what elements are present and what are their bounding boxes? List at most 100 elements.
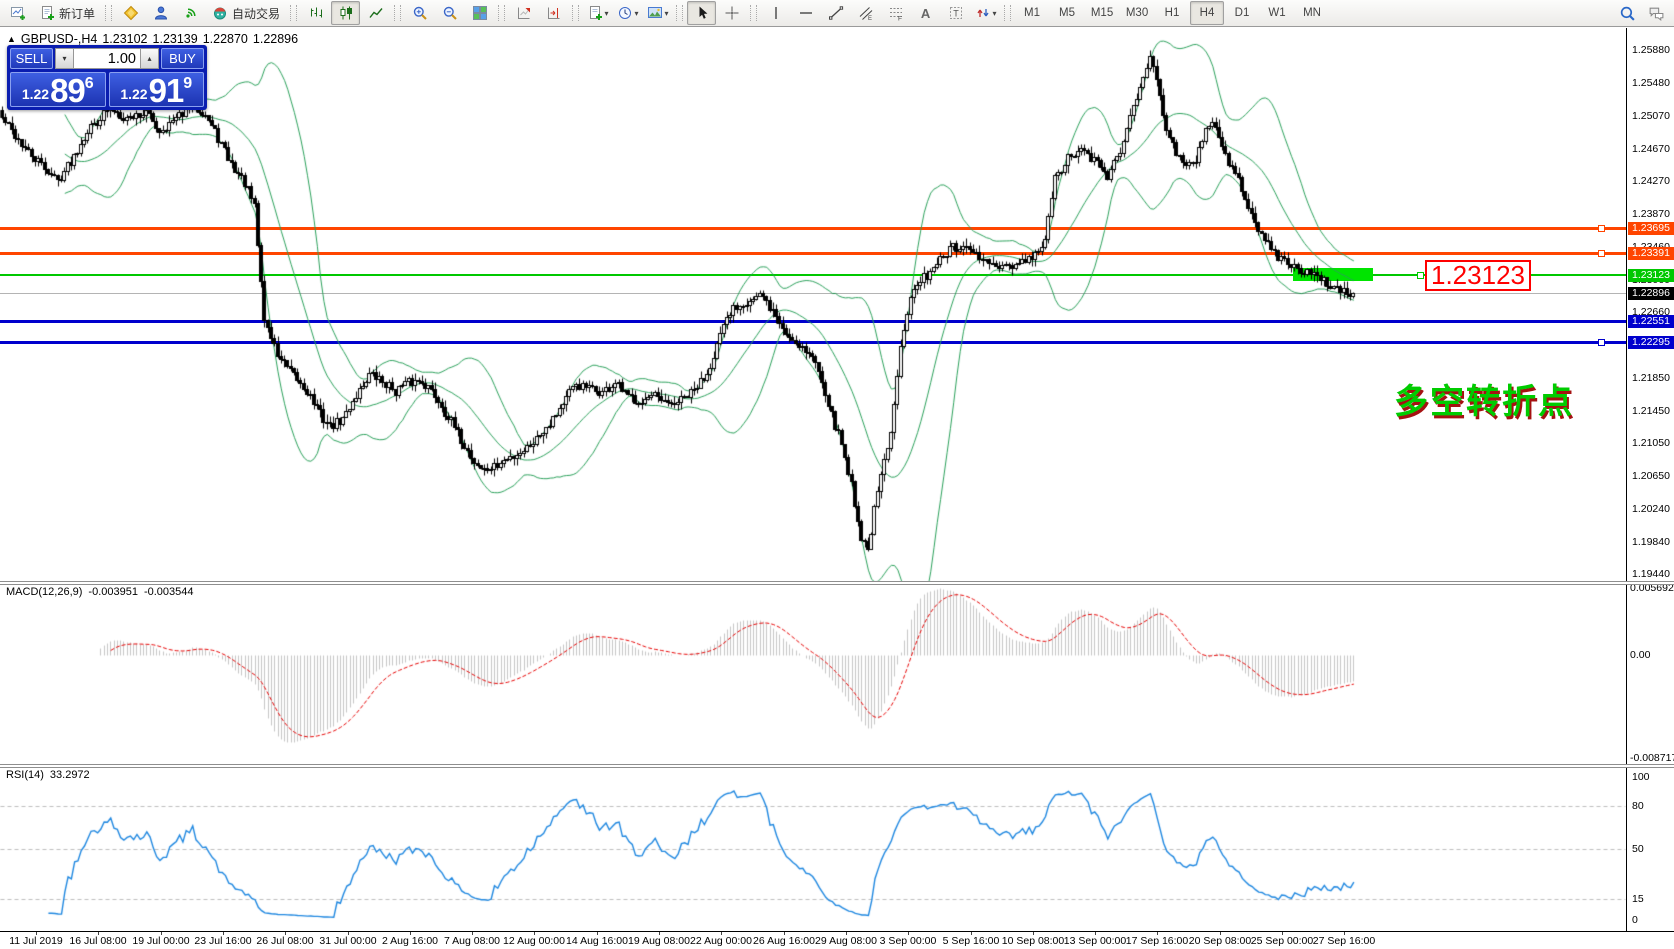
volume-input[interactable]: [74, 48, 140, 69]
auto-trading-button[interactable]: 自动交易: [206, 1, 286, 25]
price-line-badge: 1.23123: [1628, 269, 1674, 282]
label-tool-icon: T: [948, 5, 964, 21]
horizontal-line-button[interactable]: [791, 1, 820, 25]
buy-price-prefix: 1.22: [120, 86, 147, 102]
crosshair-button[interactable]: [717, 1, 746, 25]
market-watch-button[interactable]: [146, 1, 175, 25]
template-dropdown-button[interactable]: ▾: [643, 1, 672, 25]
toolbar-grip: [750, 5, 757, 21]
auto-trading-icon: [212, 5, 228, 21]
time-axis-label: 19 Aug 08:00: [628, 935, 690, 947]
chat-button[interactable]: [1642, 1, 1671, 25]
time-axis-label: 20 Sep 08:00: [1189, 935, 1251, 947]
toolbar-grip: [290, 5, 297, 21]
price-line-badge: 1.23695: [1628, 222, 1674, 235]
price-axis[interactable]: 1.236951.233911.231231.225511.222951.228…: [1626, 28, 1674, 931]
chart-shift-button[interactable]: [539, 1, 568, 25]
template-icon: [647, 5, 663, 21]
buy-price-button[interactable]: 1.22 91 9: [109, 72, 205, 107]
collapse-icon[interactable]: ▲: [7, 34, 16, 44]
zoom-out-button[interactable]: [435, 1, 464, 25]
fibonacci-button[interactable]: F: [881, 1, 910, 25]
time-axis-label: 17 Sep 16:00: [1126, 935, 1188, 947]
new-order-dropdown-button[interactable]: ▾: [583, 1, 612, 25]
new-order-button[interactable]: 新订单: [33, 1, 101, 25]
new-chart-icon: [10, 5, 26, 21]
toolbar-right: [1613, 1, 1671, 25]
price-line-badge: 1.22551: [1628, 315, 1674, 328]
time-axis-label: 13 Sep 00:00: [1064, 935, 1126, 947]
zoom-out-icon: [442, 5, 458, 21]
chart-window: ▲ GBPUSD-,H4 1.23102 1.23139 1.22870 1.2…: [0, 28, 1674, 949]
candlestick-button[interactable]: [331, 1, 360, 25]
price-line-badge: 1.22295: [1628, 336, 1674, 349]
macd-value-main: -0.003951: [88, 586, 138, 598]
timeframe-w1[interactable]: W1: [1260, 1, 1294, 25]
chat-icon: [1648, 5, 1665, 22]
bar-chart-button[interactable]: [301, 1, 330, 25]
channel-button[interactable]: E: [851, 1, 880, 25]
new-chart-button[interactable]: [3, 1, 32, 25]
one-click-trading-panel: SELL ▾ ▴ BUY 1.22 89 6 1.22 91 9: [7, 45, 207, 110]
period-dropdown-button[interactable]: ▾: [613, 1, 642, 25]
time-axis-label: 10 Sep 08:00: [1002, 935, 1064, 947]
toolbar-grip: [394, 5, 401, 21]
volume-decrease-button[interactable]: ▾: [55, 48, 74, 69]
volume-increase-button[interactable]: ▴: [140, 48, 159, 69]
vertical-line-button[interactable]: [761, 1, 790, 25]
toolbar-grip: [498, 5, 505, 21]
cursor-button[interactable]: [687, 1, 716, 25]
timeframe-m15[interactable]: M15: [1085, 1, 1119, 25]
timeframe-m30[interactable]: M30: [1120, 1, 1154, 25]
timeframe-h4[interactable]: H4: [1190, 1, 1224, 25]
time-axis[interactable]: 11 Jul 201916 Jul 08:0019 Jul 00:0023 Ju…: [0, 931, 1674, 949]
macd-name: MACD(12,26,9): [6, 586, 82, 598]
ohlc-low: 1.22870: [203, 32, 248, 46]
toolbar: 新订单 自动交易: [0, 0, 1674, 27]
search-button[interactable]: [1613, 1, 1642, 25]
time-axis-label: 23 Jul 16:00: [194, 935, 251, 947]
pane-resize-handle[interactable]: [0, 581, 1674, 585]
rsi-axis-tick: 80: [1632, 800, 1644, 812]
time-axis-label: 16 Jul 08:00: [69, 935, 126, 947]
toolbar-grip: [676, 5, 683, 21]
dropdown-arrow-icon: ▾: [605, 9, 609, 18]
signals-button[interactable]: [176, 1, 205, 25]
timeframe-d1[interactable]: D1: [1225, 1, 1259, 25]
symbol-info-bar[interactable]: ▲ GBPUSD-,H4 1.23102 1.23139 1.22870 1.2…: [7, 32, 298, 46]
time-axis-label: 5 Sep 16:00: [943, 935, 1000, 947]
timeframe-m5[interactable]: M5: [1050, 1, 1084, 25]
label-tool-button[interactable]: T: [941, 1, 970, 25]
clock-icon: [617, 5, 633, 21]
arrows-dropdown-button[interactable]: ▾: [971, 1, 1000, 25]
auto-scroll-icon: [516, 5, 532, 21]
zoom-in-button[interactable]: [405, 1, 434, 25]
price-chart-canvas[interactable]: [0, 28, 1626, 931]
price-axis-tick: 1.19840: [1632, 536, 1670, 548]
timeframe-h1[interactable]: H1: [1155, 1, 1189, 25]
new-order-icon: [39, 5, 55, 21]
tile-windows-button[interactable]: [465, 1, 494, 25]
pane-resize-handle[interactable]: [0, 764, 1674, 768]
timeframe-m1[interactable]: M1: [1015, 1, 1049, 25]
trendline-button[interactable]: [821, 1, 850, 25]
text-tool-button[interactable]: A: [911, 1, 940, 25]
sell-price-button[interactable]: 1.22 89 6: [10, 72, 106, 107]
buy-button[interactable]: BUY: [161, 48, 204, 69]
auto-scroll-button[interactable]: [509, 1, 538, 25]
metaeditor-button[interactable]: [116, 1, 145, 25]
timeframe-group: M1M5M15M30H1H4D1W1MN: [1015, 1, 1329, 25]
line-chart-button[interactable]: [361, 1, 390, 25]
timeframe-mn[interactable]: MN: [1295, 1, 1329, 25]
sell-button[interactable]: SELL: [10, 48, 53, 69]
text-annotation[interactable]: 多空转折点: [1394, 374, 1574, 423]
ohlc-high: 1.23139: [153, 32, 198, 46]
search-icon: [1619, 5, 1636, 22]
price-axis-tick: 1.24270: [1632, 175, 1670, 187]
time-axis-label: 26 Aug 16:00: [753, 935, 815, 947]
price-annotation-box[interactable]: 1.23123: [1425, 260, 1531, 291]
auto-trading-label: 自动交易: [232, 5, 280, 22]
dropdown-arrow-icon: ▾: [665, 9, 669, 18]
time-axis-label: 2 Aug 16:00: [382, 935, 438, 947]
time-axis-label: 22 Aug 00:00: [690, 935, 752, 947]
